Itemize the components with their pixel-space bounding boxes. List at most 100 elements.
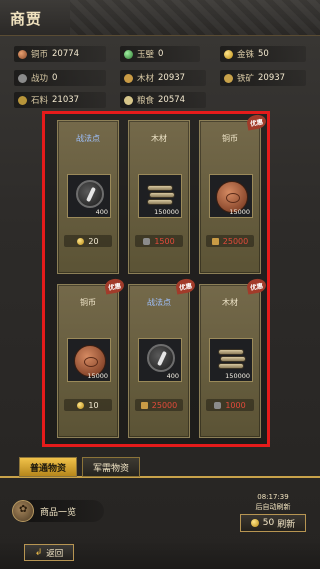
catalog-button[interactable]: 商品一览 <box>12 500 104 522</box>
merit-icon <box>214 401 222 409</box>
resource-label: 铜币 <box>31 50 49 60</box>
resource-gold: 金铢 50 <box>220 46 306 62</box>
title-bar: 商贾 <box>0 0 320 36</box>
shop-item-card[interactable]: 木材 150000 优惠 1000 <box>199 277 268 438</box>
resource-label: 铁矿 <box>237 74 255 84</box>
resource-value: 0 <box>158 49 164 59</box>
shop-item-card[interactable]: 木材 150000 1500 <box>128 120 190 274</box>
discount-badge: 优惠 <box>174 277 197 295</box>
copper-coin-icon <box>18 49 27 59</box>
resource-label: 木材 <box>137 74 155 84</box>
item-quantity: 150000 <box>225 372 250 380</box>
resource-value: 21037 <box>52 95 80 105</box>
price-value: 10 <box>88 400 99 410</box>
item-price[interactable]: 10 <box>64 399 112 411</box>
jade-icon <box>124 49 133 59</box>
bag-icon <box>12 500 34 522</box>
merit-icon <box>143 237 151 245</box>
iron-icon <box>224 73 233 83</box>
price-value: 1500 <box>154 236 175 246</box>
item-price[interactable]: 25000 <box>206 235 254 247</box>
gold-icon <box>77 237 85 245</box>
item-quantity: 400 <box>166 372 179 380</box>
item-quantity: 150000 <box>154 208 179 216</box>
item-name: 木材 <box>151 134 167 143</box>
refresh-cost: 50 <box>262 518 275 528</box>
resource-value: 20574 <box>158 95 186 105</box>
price-value: 25000 <box>151 400 178 410</box>
resource-label: 战功 <box>31 74 49 84</box>
wood-icon <box>140 401 148 409</box>
resource-wood: 木材 20937 <box>120 70 206 86</box>
gold-icon <box>77 401 85 409</box>
shop-item-card[interactable]: 铜币 15000 优惠 10 <box>57 277 126 438</box>
timer-value: 08:17:39 <box>257 493 289 501</box>
refresh-button[interactable]: 50 刷新 <box>240 514 306 532</box>
shop-item-card[interactable]: 战法点 400 20 <box>57 120 119 274</box>
discount-badge: 优惠 <box>245 277 268 295</box>
back-button[interactable]: ↲ 返回 <box>24 544 74 561</box>
resource-label: 石料 <box>31 96 49 106</box>
tab-military-goods[interactable]: 军需物资 <box>82 457 140 477</box>
resource-label: 玉璧 <box>137 50 155 60</box>
catalog-label: 商品一览 <box>40 507 77 518</box>
resource-stone: 石料 21037 <box>14 92 106 108</box>
wood-logs-icon <box>216 347 248 371</box>
merit-icon <box>18 73 27 83</box>
gold-icon <box>224 49 233 59</box>
tactic-scroll-icon <box>147 344 175 372</box>
title-bar-pattern <box>70 0 320 35</box>
resource-copper: 铜币 20774 <box>14 46 106 62</box>
shop-item-card[interactable]: 铜币 15000 优惠 25000 <box>199 113 268 274</box>
item-slot: 400 <box>138 338 182 382</box>
item-price[interactable]: 1500 <box>135 235 183 247</box>
item-slot: 15000 <box>209 174 253 218</box>
timer-caption: 后自动刷新 <box>255 503 291 511</box>
item-price[interactable]: 25000 <box>135 399 183 411</box>
resource-value: 20774 <box>52 49 80 59</box>
resource-value: 0 <box>52 73 58 83</box>
back-label: 返回 <box>46 548 64 559</box>
back-arrow-icon: ↲ <box>34 547 43 558</box>
item-name: 木材 <box>222 298 238 307</box>
price-value: 1000 <box>225 400 246 410</box>
page-title: 商贾 <box>10 10 43 28</box>
tactic-scroll-icon <box>76 180 104 208</box>
gold-icon <box>250 519 259 527</box>
resource-iron: 铁矿 20937 <box>220 70 306 86</box>
item-slot: 150000 <box>209 338 253 382</box>
item-name: 战法点 <box>76 134 100 143</box>
resource-value: 50 <box>258 49 269 59</box>
resource-merit: 战功 0 <box>14 70 106 86</box>
item-price[interactable]: 1000 <box>206 399 254 411</box>
item-grid: 战法点 400 20 木材 150000 1500 铜币 15000 优惠 25… <box>42 111 270 447</box>
item-quantity: 400 <box>95 208 108 216</box>
resource-label: 粮食 <box>137 96 155 106</box>
refresh-label: 刷新 <box>277 519 296 530</box>
wood-icon <box>124 73 133 83</box>
resource-panel: 铜币 20774 玉璧 0 金铢 50 战功 0 木材 20937 铁矿 209… <box>14 46 306 110</box>
item-slot: 400 <box>67 174 111 218</box>
item-slot: 15000 <box>67 338 111 382</box>
wood-logs-icon <box>145 183 177 207</box>
item-name: 铜币 <box>222 134 238 143</box>
wood-icon <box>211 237 219 245</box>
item-quantity: 15000 <box>87 372 108 380</box>
shop-item-card[interactable]: 战法点 400 优惠 25000 <box>128 277 197 438</box>
grain-icon <box>124 95 133 105</box>
resource-jade: 玉璧 0 <box>120 46 200 62</box>
refresh-timer: 08:17:39 后自动刷新 <box>240 492 306 512</box>
resource-grain: 粮食 20574 <box>120 92 206 108</box>
resource-value: 20937 <box>258 73 286 83</box>
price-value: 25000 <box>222 236 249 246</box>
discount-badge: 优惠 <box>245 113 268 131</box>
item-price[interactable]: 20 <box>64 235 112 247</box>
discount-badge: 优惠 <box>103 277 126 295</box>
tab-normal-goods[interactable]: 普通物资 <box>19 457 77 477</box>
resource-label: 金铢 <box>237 50 255 60</box>
tab-bar: 普通物资 军需物资 <box>0 454 320 478</box>
item-quantity: 15000 <box>229 208 250 216</box>
item-name: 铜币 <box>80 298 96 307</box>
stone-icon <box>18 95 27 105</box>
shop-screen: 商贾 铜币 20774 玉璧 0 金铢 50 战功 0 木材 20937 铁矿 … <box>0 0 320 569</box>
